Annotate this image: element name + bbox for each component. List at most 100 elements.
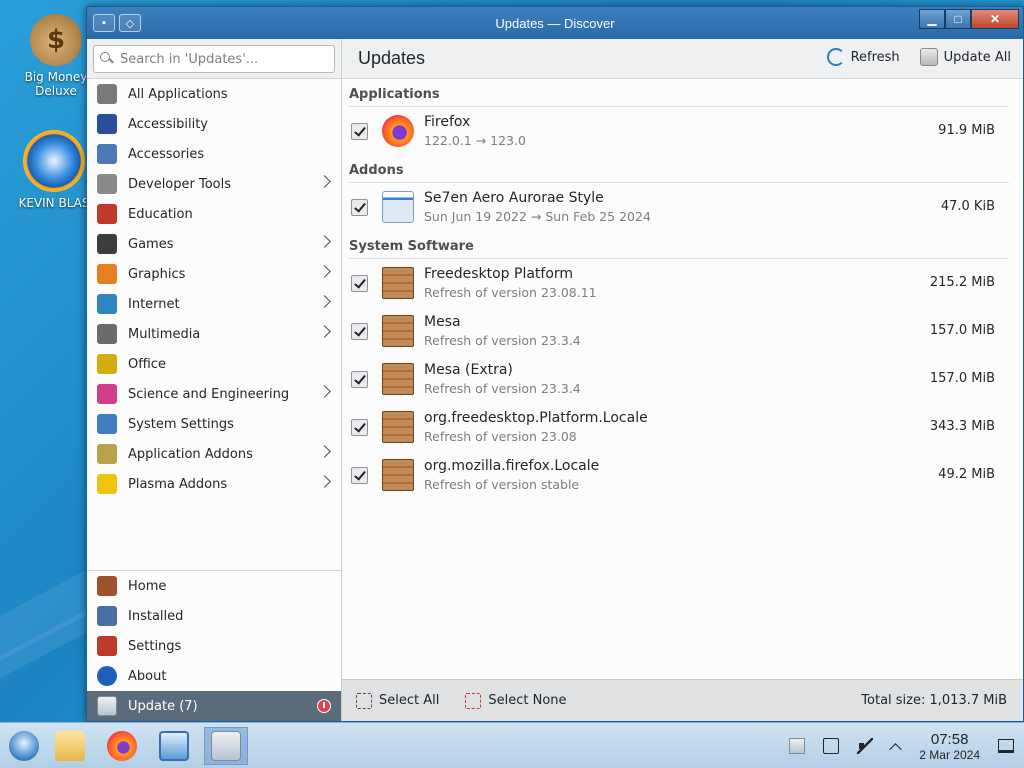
- chevron-right-icon: [318, 235, 331, 248]
- discover-notifier-icon[interactable]: [789, 738, 806, 754]
- update-checkbox[interactable]: [351, 274, 368, 292]
- chevron-right-icon: [318, 295, 331, 308]
- page-title: Updates: [358, 48, 426, 68]
- section-header: Addons: [349, 155, 1009, 183]
- update-checkbox[interactable]: [351, 198, 368, 216]
- select-all-button[interactable]: Select All: [356, 692, 439, 709]
- sidebar-item-update[interactable]: Update (7): [87, 691, 341, 721]
- sidebar-item-games[interactable]: Games: [87, 229, 341, 259]
- sidebar-item-multimedia[interactable]: Multimedia: [87, 319, 341, 349]
- sidebar-item-office[interactable]: Office: [87, 349, 341, 379]
- update-row[interactable]: Se7en Aero Aurorae Style Sun Jun 19 2022 …: [349, 183, 1011, 231]
- volume-muted-icon[interactable]: [857, 738, 874, 754]
- sidebar-item-label: Installed: [128, 608, 184, 624]
- sun-globe-icon: [23, 130, 85, 192]
- taskbar-discover[interactable]: [204, 727, 248, 765]
- update-checkbox[interactable]: [351, 322, 368, 340]
- close-button[interactable]: ✕: [971, 9, 1019, 29]
- sidebar-item-label: All Applications: [128, 86, 228, 102]
- update-checkbox[interactable]: [351, 122, 368, 140]
- taskbar-file-manager[interactable]: [48, 727, 92, 765]
- update-checkbox[interactable]: [351, 370, 368, 388]
- sidebar-item-internet[interactable]: Internet: [87, 289, 341, 319]
- select-none-button[interactable]: Select None: [465, 692, 567, 709]
- sidebar-item-label: Office: [128, 356, 166, 372]
- minimize-button[interactable]: ▁: [919, 9, 945, 29]
- package-icon: [382, 459, 414, 491]
- start-orb-icon: [9, 731, 39, 761]
- start-menu-button[interactable]: [2, 727, 46, 765]
- desktop-icon-big-money[interactable]: Big Money Deluxe: [16, 14, 96, 98]
- section-header: System Software: [349, 231, 1009, 259]
- refresh-button[interactable]: Refresh: [826, 48, 900, 66]
- education-icon: [97, 204, 117, 224]
- update-all-button[interactable]: Update All: [919, 48, 1011, 66]
- taskbar-firefox[interactable]: [100, 727, 144, 765]
- sidebar-item-label: Application Addons: [128, 446, 253, 462]
- update-checkbox[interactable]: [351, 418, 368, 436]
- sidebar-item-plasma-addons[interactable]: Plasma Addons: [87, 469, 341, 499]
- update-size: 49.2 MiB: [938, 467, 995, 482]
- clipboard-icon[interactable]: [823, 738, 840, 754]
- settings-icon: [97, 636, 117, 656]
- search-input[interactable]: Search in 'Updates'...: [93, 45, 335, 73]
- maximize-button[interactable]: □: [945, 9, 971, 29]
- chevron-up-icon[interactable]: [889, 742, 903, 756]
- section-header: Applications: [349, 79, 1009, 107]
- package-icon: [382, 411, 414, 443]
- bottom-nav: Home Installed Settings About Update (7): [87, 570, 341, 721]
- sidebar-item-science-and-engineering[interactable]: Science and Engineering: [87, 379, 341, 409]
- sidebar-item-graphics[interactable]: Graphics: [87, 259, 341, 289]
- update-size: 157.0 MiB: [929, 371, 995, 386]
- sidebar-item-developer-tools[interactable]: Developer Tools: [87, 169, 341, 199]
- update-name: Freedesktop Platform: [424, 266, 574, 282]
- clock[interactable]: 07:58 2 Mar 2024: [919, 731, 980, 762]
- sidebar-item-label: Multimedia: [128, 326, 201, 342]
- application-addons-icon: [97, 444, 117, 464]
- update-row[interactable]: Firefox 122.0.1 → 123.0 91.9 MiB: [349, 107, 1011, 155]
- title-bar[interactable]: ▪ ◇ Updates — Discover ▁ □ ✕: [87, 7, 1023, 39]
- update-all-label: Update All: [943, 49, 1011, 65]
- sidebar-item-application-addons[interactable]: Application Addons: [87, 439, 341, 469]
- update-alert-badge: [317, 699, 331, 713]
- sidebar-item-about[interactable]: About: [87, 661, 341, 691]
- sidebar-item-accessibility[interactable]: Accessibility: [87, 109, 341, 139]
- sidebar-item-label: About: [128, 668, 167, 684]
- sidebar-item-education[interactable]: Education: [87, 199, 341, 229]
- sidebar-item-all-applications[interactable]: All Applications: [87, 79, 341, 109]
- sidebar-item-label: Update (7): [128, 698, 198, 714]
- update-row[interactable]: org.mozilla.firefox.Locale Refresh of ver…: [349, 451, 1011, 499]
- sidebar-item-accessories[interactable]: Accessories: [87, 139, 341, 169]
- keep-above-icon[interactable]: ◇: [119, 14, 141, 32]
- taskbar-system-settings[interactable]: [152, 727, 196, 765]
- window-menu-icon[interactable]: ▪: [93, 14, 115, 32]
- update-row[interactable]: org.freedesktop.Platform.Locale Refresh o…: [349, 403, 1011, 451]
- sidebar-item-label: Settings: [128, 638, 182, 654]
- desktop-icon-kevin-blas[interactable]: KEVIN BLAS: [14, 130, 94, 210]
- sidebar-item-label: Accessibility: [128, 116, 208, 132]
- sidebar-item-label: Plasma Addons: [128, 476, 228, 492]
- update-row[interactable]: Mesa (Extra) Refresh of version 23.3.4 157…: [349, 355, 1011, 403]
- multimedia-icon: [97, 324, 117, 344]
- update-size: 91.9 MiB: [938, 123, 995, 138]
- sidebar-item-installed[interactable]: Installed: [87, 601, 341, 631]
- footer-bar: Select All Select None Total size: 1,013…: [342, 679, 1023, 721]
- sidebar-item-system-settings[interactable]: System Settings: [87, 409, 341, 439]
- update-row[interactable]: Freedesktop Platform Refresh of version 2…: [349, 259, 1011, 307]
- show-desktop-button[interactable]: [998, 739, 1014, 753]
- developer-tools-icon: [97, 174, 117, 194]
- accessories-icon: [97, 144, 117, 164]
- update-checkbox[interactable]: [351, 466, 368, 484]
- update-name: org.freedesktop.Platform.Locale: [424, 410, 648, 426]
- sidebar-item-label: Games: [128, 236, 174, 252]
- chevron-right-icon: [318, 325, 331, 338]
- sidebar-item-home[interactable]: Home: [87, 571, 341, 601]
- sidebar-item-settings[interactable]: Settings: [87, 631, 341, 661]
- sidebar-item-label: System Settings: [128, 416, 234, 432]
- window-title: Updates — Discover: [495, 15, 615, 31]
- update-version: Refresh of version 23.08: [424, 429, 577, 444]
- update-size: 157.0 MiB: [929, 323, 995, 338]
- refresh-label: Refresh: [850, 49, 900, 65]
- package-icon: [382, 315, 414, 347]
- update-row[interactable]: Mesa Refresh of version 23.3.4 157.0 MiB: [349, 307, 1011, 355]
